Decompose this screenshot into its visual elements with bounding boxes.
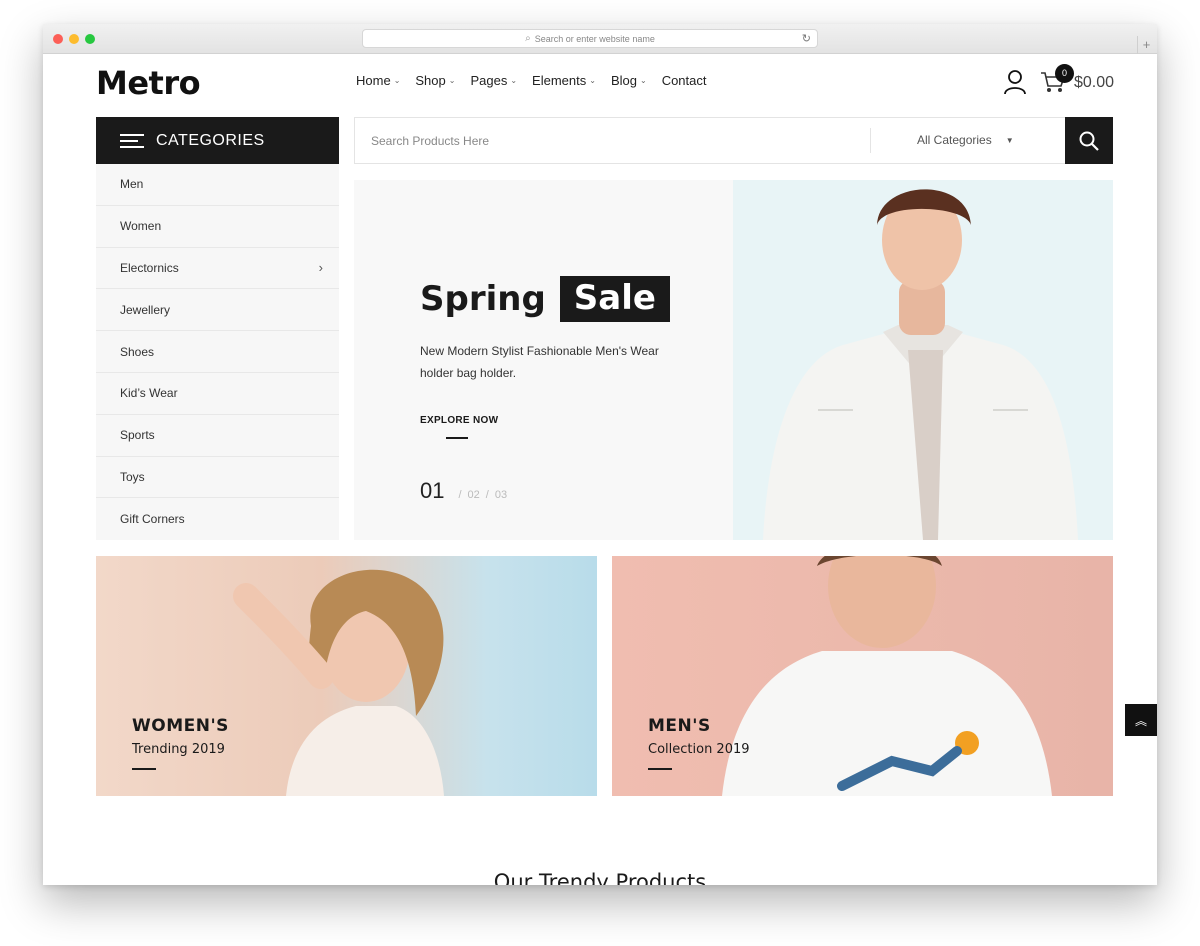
menu-icon (120, 130, 144, 152)
chevron-down-icon: ⌄ (448, 76, 456, 85)
nav-label: Elements (532, 73, 587, 88)
womens-banner-title: WOMEN'S (132, 716, 229, 736)
site-logo[interactable]: Metro (96, 64, 201, 102)
nav-label: Blog (610, 73, 637, 88)
slide-pager: 01 / 02 / 03 (420, 478, 507, 504)
address-placeholder: Search or enter website name (534, 33, 655, 44)
category-label: Electornics (120, 260, 179, 275)
cta-underline (446, 437, 468, 439)
nav-label: Pages (470, 73, 508, 88)
pager-separator: / (485, 489, 489, 501)
category-label: Gift Corners (120, 512, 185, 527)
slide-3[interactable]: 03 (495, 489, 507, 501)
nav-label: Shop (415, 73, 446, 88)
category-label: Men (120, 177, 144, 192)
hero-slider: Spring Sale New Modern Stylist Fashionab… (354, 180, 1113, 540)
product-search-bar: All Categories ▼ (354, 117, 1113, 164)
hero-title-main: Spring (420, 279, 546, 319)
mens-banner-subtitle: Collection 2019 (648, 742, 750, 757)
user-icon[interactable] (1003, 69, 1027, 95)
nav-label: Contact (661, 73, 707, 88)
chevron-down-icon: ⌄ (510, 76, 518, 85)
maximize-window-button[interactable] (85, 34, 95, 44)
category-item-gift-corners[interactable]: Gift Corners (96, 498, 339, 540)
double-chevron-up-icon: ︽ (1134, 713, 1147, 728)
nav-label: Home (356, 73, 391, 88)
categories-title: CATEGORIES (156, 131, 265, 149)
browser-titlebar: ⌕ Search or enter website name ↻ + (43, 24, 1157, 54)
womens-banner-subtitle: Trending 2019 (132, 742, 225, 757)
search-input[interactable] (355, 118, 870, 163)
main-nav: Home ⌄ Shop ⌄ Pages ⌄ Elements ⌄ Blog ⌄ Conta… (356, 73, 722, 88)
category-label: Sports (120, 428, 155, 443)
category-select[interactable]: All Categories ▼ (917, 133, 1014, 147)
nav-item-home[interactable]: Home ⌄ (356, 73, 400, 88)
nav-item-elements[interactable]: Elements ⌄ (532, 73, 596, 88)
category-label: Toys (120, 469, 145, 484)
category-item-sports[interactable]: Sports (96, 415, 339, 457)
slide-current[interactable]: 01 (420, 478, 444, 504)
page-content: Metro Home ⌄ Shop ⌄ Pages ⌄ Elements ⌄ Blog ⌄… (43, 54, 1157, 885)
category-item-women[interactable]: Women (96, 206, 339, 248)
chevron-down-icon: ⌄ (639, 76, 647, 85)
browser-window: ⌕ Search or enter website name ↻ + Metro… (43, 24, 1157, 885)
chevron-right-icon: › (318, 260, 323, 276)
womens-banner[interactable]: WOMEN'S Trending 2019 (96, 556, 597, 796)
caret-down-icon: ▼ (1005, 135, 1014, 145)
category-item-shoes[interactable]: Shoes (96, 331, 339, 373)
mens-banner-title: MEN'S (648, 716, 711, 736)
nav-item-contact[interactable]: Contact (662, 73, 707, 88)
address-bar[interactable]: ⌕ Search or enter website name ↻ (362, 29, 818, 48)
category-label: Kid’s Wear (120, 386, 178, 401)
scroll-to-top-button[interactable]: ︽ (1125, 704, 1157, 736)
cart-count-badge: 0 (1055, 64, 1074, 83)
category-item-kids-wear[interactable]: Kid’s Wear (96, 373, 339, 415)
pager-separator: / (458, 489, 462, 501)
banner-underline (132, 768, 156, 770)
category-item-electronics[interactable]: Electornics › (96, 248, 339, 290)
search-button[interactable] (1065, 117, 1113, 164)
explore-now-link[interactable]: EXPLORE NOW (420, 415, 498, 426)
categories-list: Men Women Electornics › Jewellery Shoes K… (96, 164, 339, 541)
category-item-jewellery[interactable]: Jewellery (96, 289, 339, 332)
close-window-button[interactable] (53, 34, 63, 44)
minimize-window-button[interactable] (69, 34, 79, 44)
category-select-value: All Categories (917, 133, 992, 147)
slide-2[interactable]: 02 (468, 489, 480, 501)
section-title: Our Trendy Products (493, 870, 707, 885)
category-item-toys[interactable]: Toys (96, 457, 339, 499)
categories-header[interactable]: CATEGORIES (96, 117, 339, 164)
mens-banner[interactable]: MEN'S Collection 2019 (612, 556, 1113, 796)
banner-underline (648, 768, 672, 770)
womens-model-image (233, 569, 444, 796)
chevron-down-icon: ⌄ (589, 76, 596, 85)
nav-item-pages[interactable]: Pages ⌄ (470, 73, 517, 88)
search-icon (1079, 131, 1099, 151)
cart-total[interactable]: $0.00 (1074, 74, 1114, 92)
category-label: Shoes (120, 344, 155, 359)
search-divider (870, 128, 871, 153)
nav-item-shop[interactable]: Shop ⌄ (415, 73, 455, 88)
category-label: Jewellery (120, 302, 171, 317)
new-tab-button[interactable]: + (1137, 36, 1155, 54)
category-item-men[interactable]: Men (96, 164, 339, 206)
mens-model-image (722, 556, 1052, 796)
nav-item-blog[interactable]: Blog ⌄ (611, 73, 647, 88)
hero-title-highlight: Sale (559, 276, 670, 322)
hero-subtitle: New Modern Stylist Fashionable Men's Wea… (420, 344, 659, 380)
reload-icon[interactable]: ↻ (802, 32, 811, 45)
search-icon: ⌕ (525, 33, 531, 44)
hero-model-image (733, 180, 1113, 540)
hero-title: Spring Sale (420, 276, 670, 322)
category-label: Women (120, 219, 162, 234)
chevron-down-icon: ⌄ (393, 76, 401, 85)
